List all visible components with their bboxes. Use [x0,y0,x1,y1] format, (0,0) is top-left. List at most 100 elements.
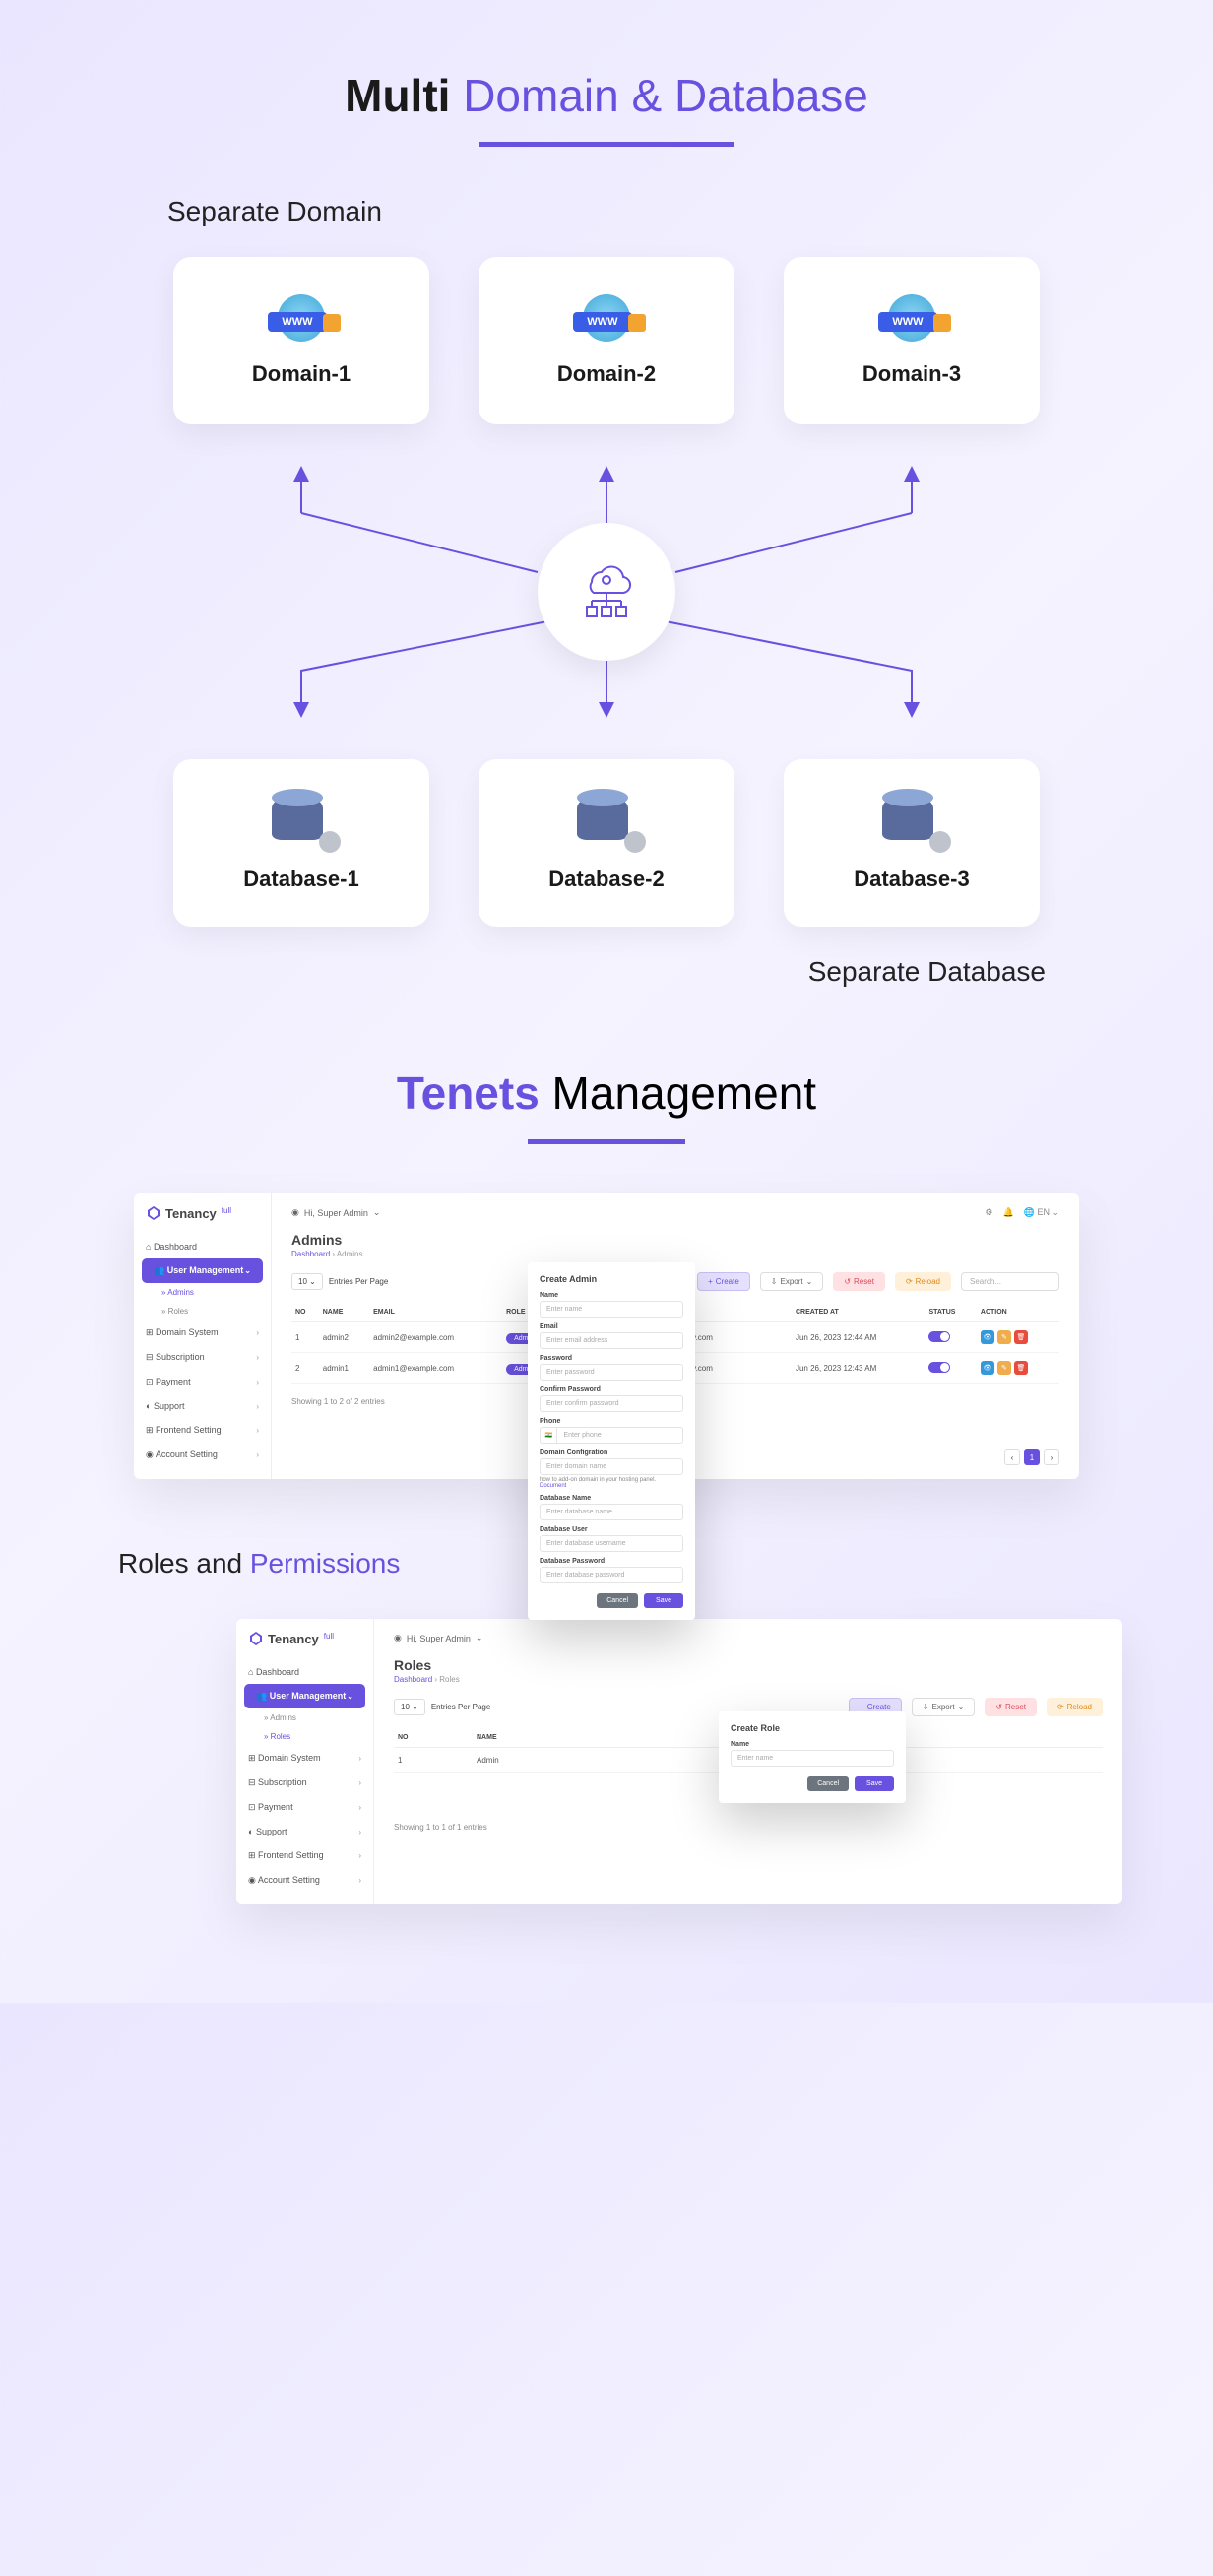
field-label: Database User [540,1526,683,1533]
reset-button[interactable]: ↺ Reset [985,1698,1037,1716]
reload-button[interactable]: ⟳ Reload [1047,1698,1103,1716]
col-no[interactable]: NO [291,1303,319,1322]
col-email[interactable]: EMAIL [369,1303,502,1322]
sidebar-item-frontend[interactable]: ⊞ Frontend Setting› [134,1418,271,1443]
col-status[interactable]: STATUS [925,1303,976,1322]
cancel-button[interactable]: Cancel [807,1776,849,1791]
phone-input[interactable]: Enter phone [556,1427,683,1444]
page-next[interactable]: › [1044,1449,1059,1465]
logo: Tenancyfull [134,1205,271,1235]
create-button[interactable]: + Create [697,1272,750,1291]
sidebar-item-payment[interactable]: ⊡ Payment› [134,1370,271,1394]
search-input[interactable]: Search... [961,1272,1059,1291]
sidebar-item-user-management[interactable]: 👥 User Management⌄ [244,1684,365,1708]
epp-select[interactable]: 10 ⌄ [394,1699,425,1715]
greeting[interactable]: ◉ Hi, Super Admin ⌄ [291,1207,380,1218]
breadcrumb: Dashboard › Admins [291,1250,1059,1258]
edit-icon[interactable]: ✎ [997,1330,1011,1344]
sidebar-item-account[interactable]: ◉ Account Setting› [134,1443,271,1467]
title-rest: Management [540,1067,816,1119]
domain-label: Domain-3 [862,361,961,387]
email-input[interactable]: Enter email address [540,1332,683,1349]
admins-screenshot: Tenancyfull ⌂ Dashboard 👥 User Managemen… [134,1193,1079,1479]
database-label: Database-3 [854,867,969,892]
www-icon: WWW [262,294,341,344]
modal-title: Create Role [731,1723,894,1733]
password-input[interactable]: Enter password [540,1364,683,1381]
create-role-modal: Create Role Name Enter name Cancel Save [719,1711,906,1803]
label-separate-database: Separate Database [0,956,1046,988]
dbpwd-input[interactable]: Enter database password [540,1567,683,1583]
title-accent: Tenets [397,1067,540,1119]
underline [479,142,734,147]
dbuser-input[interactable]: Enter database username [540,1535,683,1552]
col-created[interactable]: CREATED AT [792,1303,925,1322]
reset-button[interactable]: ↺ Reset [833,1272,885,1291]
www-icon: WWW [872,294,951,344]
status-toggle[interactable] [928,1331,950,1342]
col-action: ACTION [977,1303,1059,1322]
pagination: ‹ 1 › [1004,1449,1059,1465]
sidebar-item-domain-system[interactable]: ⊞ Domain System› [134,1320,271,1345]
page-current[interactable]: 1 [1024,1449,1040,1465]
reload-button[interactable]: ⟳ Reload [895,1272,951,1291]
col-no[interactable]: NO [394,1728,473,1748]
cancel-button[interactable]: Cancel [597,1593,638,1608]
sidebar-item-user-management[interactable]: 👥 User Management⌄ [142,1258,263,1283]
page-prev[interactable]: ‹ [1004,1449,1020,1465]
sidebar-item-support[interactable]: ◐ Support› [236,1820,373,1843]
save-button[interactable]: Save [855,1776,894,1791]
domain-card-2: WWW Domain-2 [479,257,734,424]
www-icon: WWW [567,294,646,344]
view-icon[interactable]: 👁 [981,1330,994,1344]
sidebar-sub-roles[interactable]: » Roles [134,1302,271,1320]
edit-icon[interactable]: ✎ [997,1361,1011,1375]
export-button[interactable]: ⇩ Export ⌄ [760,1272,824,1291]
domain-card-3: WWW Domain-3 [784,257,1040,424]
sidebar-item-domain-system[interactable]: ⊞ Domain System› [236,1746,373,1771]
sidebar-sub-admins[interactable]: » Admins [236,1708,373,1727]
database-label: Database-1 [243,867,358,892]
sidebar-sub-admins[interactable]: » Admins [134,1283,271,1302]
field-label: Phone [540,1418,683,1425]
sidebar-item-payment[interactable]: ⊡ Payment› [236,1795,373,1820]
sidebar-item-dashboard[interactable]: ⌂ Dashboard [134,1235,271,1258]
save-button[interactable]: Save [644,1593,683,1608]
sidebar-item-dashboard[interactable]: ⌂ Dashboard [236,1660,373,1684]
sidebar-item-account[interactable]: ◉ Account Setting› [236,1868,373,1893]
sidebar-item-support[interactable]: ◐ Support› [134,1394,271,1418]
delete-icon[interactable]: 🗑 [1014,1361,1028,1375]
lang-switch[interactable]: 🌐 EN ⌄ [1024,1207,1059,1218]
row-actions: 👁✎🗑 [981,1361,1028,1375]
page-title: Roles [394,1657,1103,1673]
help-link[interactable]: Document [540,1483,566,1489]
role-name-input[interactable]: Enter name [731,1750,894,1767]
status-toggle[interactable] [928,1362,950,1373]
row-actions: 👁✎🗑 [981,1330,1028,1344]
epp-label: Entries Per Page [431,1703,490,1711]
greeting[interactable]: ◉ Hi, Super Admin ⌄ [394,1633,482,1643]
topbar: ◉ Hi, Super Admin ⌄ [394,1633,1103,1643]
database-card-2: Database-2 [479,759,734,927]
export-button[interactable]: ⇩ Export ⌄ [912,1698,976,1716]
create-admin-modal: Create Admin Name Enter name Email Enter… [528,1262,695,1620]
delete-icon[interactable]: 🗑 [1014,1330,1028,1344]
domain-input[interactable]: Enter domain name [540,1458,683,1475]
flag-select[interactable]: 🇮🇳 [540,1427,556,1444]
view-icon[interactable]: 👁 [981,1361,994,1375]
gear-icon[interactable]: ⚙ [985,1207,992,1218]
epp-select[interactable]: 10 ⌄ [291,1273,323,1290]
sidebar-item-frontend[interactable]: ⊞ Frontend Setting› [236,1843,373,1868]
col-name[interactable]: NAME [319,1303,369,1322]
sidebar-item-subscription[interactable]: ⊟ Subscription› [134,1345,271,1370]
page-title: Admins [291,1232,1059,1248]
entries-per-page: 10 ⌄ Entries Per Page [291,1273,388,1290]
confirm-password-input[interactable]: Enter confirm password [540,1395,683,1412]
title-bold: Multi [345,70,450,121]
sidebar-item-subscription[interactable]: ⊟ Subscription› [236,1771,373,1795]
name-input[interactable]: Enter name [540,1301,683,1318]
bell-icon[interactable]: 🔔 [1003,1207,1014,1218]
sidebar-sub-roles[interactable]: » Roles [236,1727,373,1746]
domain-label: Domain-1 [252,361,351,387]
dbname-input[interactable]: Enter database name [540,1504,683,1520]
